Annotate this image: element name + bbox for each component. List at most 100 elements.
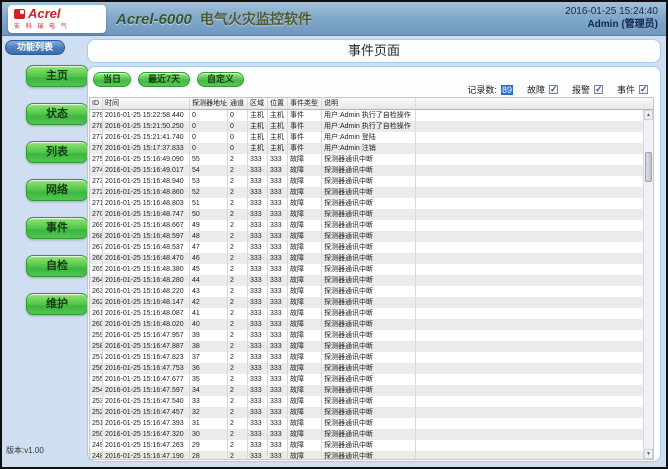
table-row[interactable]: 2732016-01-25 15:16:48.940532333333故障探测器…	[90, 176, 643, 187]
cell-6: 故障	[288, 264, 322, 275]
scroll-up-icon[interactable]: ▲	[644, 110, 653, 120]
cell-5: 333	[268, 330, 288, 341]
sidebar-item-maintenance[interactable]: 维护	[26, 293, 88, 315]
cell-filler	[416, 308, 643, 319]
datetime-label: 2016-01-25 15:24:40	[565, 5, 658, 18]
cell-4: 333	[248, 341, 268, 352]
sidebar-item-selfcheck[interactable]: 自检	[26, 255, 88, 277]
cell-1: 2016-01-25 15:16:48.380	[103, 264, 190, 275]
cell-7: 探测器通讯中断	[322, 165, 416, 176]
table-row[interactable]: 2752016-01-25 15:16:49.090552333333故障探测器…	[90, 154, 643, 165]
table-row[interactable]: 2522016-01-25 15:16:47.457322333333故障探测器…	[90, 407, 643, 418]
scroll-down-icon[interactable]: ▼	[644, 449, 653, 459]
table-scrollbar[interactable]: ▲ ▼	[643, 110, 653, 459]
table-row[interactable]: 2692016-01-25 15:16:48.667492333333故障探测器…	[90, 220, 643, 231]
table-row[interactable]: 2482016-01-25 15:16:47.190282333333故障探测器…	[90, 451, 643, 459]
checkbox-fault[interactable]	[549, 85, 558, 94]
cell-7: 探测器通讯中断	[322, 396, 416, 407]
table-row[interactable]: 2682016-01-25 15:16:48.597482333333故障探测器…	[90, 231, 643, 242]
header-bar: Acrel 安 科 瑞 电 气 Acrel-6000电气火灾监控软件 2016-…	[2, 2, 666, 36]
sidebar-item-network[interactable]: 网络	[26, 179, 88, 201]
cell-3: 0	[228, 143, 248, 154]
column-header-3[interactable]: 通道	[228, 98, 248, 109]
cell-1: 2016-01-25 15:16:48.220	[103, 286, 190, 297]
cell-2: 52	[190, 187, 228, 198]
table-row[interactable]: 2782016-01-25 15:21:50.25000主机主机事件用户:Adm…	[90, 121, 643, 132]
table-row[interactable]: 2552016-01-25 15:16:47.677352333333故障探测器…	[90, 374, 643, 385]
table-row[interactable]: 2572016-01-25 15:16:47.823372333333故障探测器…	[90, 352, 643, 363]
sidebar-item-status[interactable]: 状态	[26, 103, 88, 125]
column-header-6[interactable]: 事件类型	[288, 98, 322, 109]
cell-1: 2016-01-25 15:16:48.860	[103, 187, 190, 198]
cell-filler	[416, 187, 643, 198]
type-filter-label-alarm: 报警	[572, 83, 590, 96]
table-row[interactable]: 2712016-01-25 15:16:48.803512333333故障探测器…	[90, 198, 643, 209]
cell-0: 268	[90, 231, 103, 242]
table-row[interactable]: 2772016-01-25 15:21:41.74000主机主机事件用户:Adm…	[90, 132, 643, 143]
column-header-7[interactable]: 说明	[322, 98, 416, 109]
table-row[interactable]: 2612016-01-25 15:16:48.087412333333故障探测器…	[90, 308, 643, 319]
cell-4: 333	[248, 308, 268, 319]
cell-4: 主机	[248, 121, 268, 132]
logo-subtext: 安 科 瑞 电 气	[14, 21, 100, 30]
checkbox-event[interactable]	[639, 85, 648, 94]
table-row[interactable]: 2722016-01-25 15:16:48.860522333333故障探测器…	[90, 187, 643, 198]
cell-filler	[416, 418, 643, 429]
type-filter-fault: 故障	[527, 83, 558, 96]
cell-6: 事件	[288, 132, 322, 143]
cell-2: 28	[190, 451, 228, 459]
cell-1: 2016-01-25 15:16:47.540	[103, 396, 190, 407]
table-row[interactable]: 2562016-01-25 15:16:47.753362333333故障探测器…	[90, 363, 643, 374]
table-row[interactable]: 2602016-01-25 15:16:48.020402333333故障探测器…	[90, 319, 643, 330]
sidebar-item-list[interactable]: 列表	[26, 141, 88, 163]
cell-1: 2016-01-25 15:21:50.250	[103, 121, 190, 132]
table-row[interactable]: 2672016-01-25 15:16:48.537472333333故障探测器…	[90, 242, 643, 253]
page-title: 事件页面	[88, 40, 660, 62]
table-row[interactable]: 2762016-01-25 15:17:37.83300主机主机事件用户:Adm…	[90, 143, 643, 154]
table-row[interactable]: 2702016-01-25 15:16:48.747502333333故障探测器…	[90, 209, 643, 220]
cell-2: 33	[190, 396, 228, 407]
column-header-2[interactable]: 探测器地址	[190, 98, 228, 109]
table-row[interactable]: 2512016-01-25 15:16:47.393312333333故障探测器…	[90, 418, 643, 429]
table-row[interactable]: 2652016-01-25 15:16:48.380452333333故障探测器…	[90, 264, 643, 275]
table-row[interactable]: 2582016-01-25 15:16:47.887382333333故障探测器…	[90, 341, 643, 352]
filter-button-custom[interactable]: 自定义	[197, 72, 244, 87]
table-row[interactable]: 2622016-01-25 15:16:48.147422333333故障探测器…	[90, 297, 643, 308]
checkbox-alarm[interactable]	[594, 85, 603, 94]
sidebar-item-events[interactable]: 事件	[26, 217, 88, 239]
table-row[interactable]: 2542016-01-25 15:16:47.597342333333故障探测器…	[90, 385, 643, 396]
filter-button-last7days[interactable]: 最近7天	[138, 72, 190, 87]
sidebar-item-home[interactable]: 主页	[26, 65, 88, 87]
table-row[interactable]: 2642016-01-25 15:16:48.280442333333故障探测器…	[90, 275, 643, 286]
cell-filler	[416, 385, 643, 396]
table-row[interactable]: 2662016-01-25 15:16:48.470462333333故障探测器…	[90, 253, 643, 264]
cell-5: 333	[268, 341, 288, 352]
table-row[interactable]: 2792016-01-25 15:22:58.44000主机主机事件用户:Adm…	[90, 110, 643, 121]
cell-filler	[416, 253, 643, 264]
column-header-5[interactable]: 位置	[268, 98, 288, 109]
table-row[interactable]: 2502016-01-25 15:16:47.320302333333故障探测器…	[90, 429, 643, 440]
column-header-1[interactable]: 时间	[103, 98, 190, 109]
cell-5: 333	[268, 297, 288, 308]
table-row[interactable]: 2632016-01-25 15:16:48.220432333333故障探测器…	[90, 286, 643, 297]
cell-0: 271	[90, 198, 103, 209]
cell-5: 333	[268, 429, 288, 440]
scrollbar-thumb[interactable]	[645, 152, 652, 182]
table-row[interactable]: 2492016-01-25 15:16:47.263292333333故障探测器…	[90, 440, 643, 451]
column-header-0[interactable]: ID	[90, 98, 103, 109]
table-row[interactable]: 2532016-01-25 15:16:47.540332333333故障探测器…	[90, 396, 643, 407]
cell-7: 探测器通讯中断	[322, 220, 416, 231]
table-row[interactable]: 2592016-01-25 15:16:47.957392333333故障探测器…	[90, 330, 643, 341]
column-header-4[interactable]: 区域	[248, 98, 268, 109]
table-body: 2792016-01-25 15:22:58.44000主机主机事件用户:Adm…	[90, 110, 643, 459]
filter-button-today[interactable]: 当日	[93, 72, 131, 87]
table-row[interactable]: 2742016-01-25 15:16:49.017542333333故障探测器…	[90, 165, 643, 176]
cell-0: 277	[90, 132, 103, 143]
cell-0: 254	[90, 385, 103, 396]
content-panel: 当日最近7天自定义 记录数:89 故障报警事件 ID时间探测器地址通道区域位置事…	[87, 66, 661, 462]
cell-5: 333	[268, 451, 288, 459]
cell-1: 2016-01-25 15:16:47.677	[103, 374, 190, 385]
cell-7: 探测器通讯中断	[322, 176, 416, 187]
cell-3: 2	[228, 165, 248, 176]
cell-3: 2	[228, 198, 248, 209]
